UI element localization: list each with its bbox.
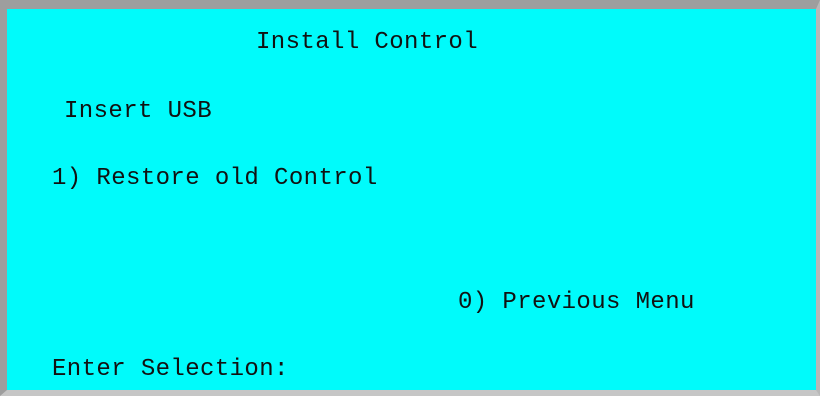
menu-option-previous-menu[interactable]: 0) Previous Menu [458,289,695,317]
screen-title: Install Control [256,29,479,56]
terminal-screen: Install Control Insert USB 1) Restore ol… [7,9,816,390]
insert-usb-instruction: Insert USB [64,98,213,125]
selection-prompt: Enter Selection: [52,356,289,383]
selection-input[interactable] [369,356,383,384]
menu-option-restore-old-control[interactable]: 1) Restore old Control [52,165,378,193]
